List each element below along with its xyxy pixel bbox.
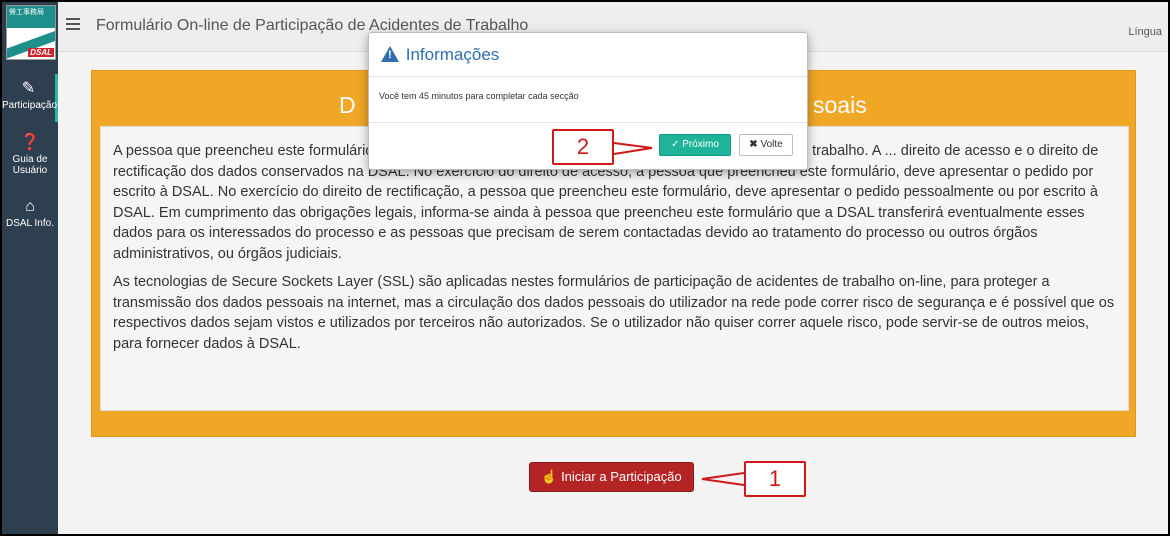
logo-mark: DSAL bbox=[28, 48, 54, 57]
sidebar-item-label: Participação bbox=[2, 100, 58, 111]
panel-title-left: D bbox=[339, 92, 356, 118]
sidebar-item-label: Guia de Usuário bbox=[12, 154, 48, 176]
edit-icon: ✎ bbox=[21, 80, 36, 97]
panel-title-right: soais bbox=[813, 92, 867, 118]
ssl-paragraph: As tecnologias de Secure Sockets Layer (… bbox=[113, 274, 1115, 352]
modal-title: ! Informações bbox=[381, 44, 499, 65]
start-button-label: Iniciar a Participação bbox=[561, 469, 682, 484]
logo-band: 勞工事務局 bbox=[7, 6, 55, 28]
callout-2: 2 bbox=[552, 129, 614, 165]
next-button[interactable]: ✓ Próximo bbox=[659, 134, 731, 156]
thumbs-up-icon: ☝ bbox=[541, 469, 558, 484]
language-link[interactable]: Língua bbox=[1128, 26, 1162, 38]
callout-1: 1 bbox=[744, 461, 806, 497]
close-icon: ✖ bbox=[749, 139, 758, 150]
sidebar-item-dsal-info[interactable]: ⌂ DSAL Info. bbox=[2, 198, 58, 248]
sidebar-item-guia[interactable]: ❓ Guia de Usuário bbox=[2, 134, 58, 184]
start-participation-button[interactable]: ☝ Iniciar a Participação bbox=[529, 462, 694, 492]
dsal-logo[interactable]: 勞工事務局 DSAL bbox=[6, 5, 56, 60]
back-button[interactable]: ✖ Volte bbox=[739, 134, 793, 156]
modal-title-text: Informações bbox=[405, 45, 500, 64]
menu-icon[interactable] bbox=[66, 18, 80, 30]
question-icon: ❓ bbox=[20, 134, 40, 151]
next-button-label: Próximo bbox=[682, 139, 719, 150]
sidebar: 勞工事務局 DSAL ✎ Participação ❓ Guia de Usuá… bbox=[2, 2, 58, 534]
home-icon: ⌂ bbox=[25, 198, 35, 215]
sidebar-item-participacao[interactable]: ✎ Participação bbox=[2, 74, 58, 122]
sidebar-item-label: DSAL Info. bbox=[6, 218, 54, 229]
back-button-label: Volte bbox=[760, 139, 783, 150]
logo-band-text: 勞工事務局 bbox=[9, 8, 44, 16]
check-icon: ✓ bbox=[671, 139, 680, 150]
modal-message: Você tem 45 minutos para completar cada … bbox=[369, 77, 807, 123]
warning-icon: ! bbox=[381, 46, 399, 62]
app-window: 勞工事務局 DSAL ✎ Participação ❓ Guia de Usuá… bbox=[0, 0, 1170, 536]
modal-header: ! Informações bbox=[369, 33, 807, 77]
